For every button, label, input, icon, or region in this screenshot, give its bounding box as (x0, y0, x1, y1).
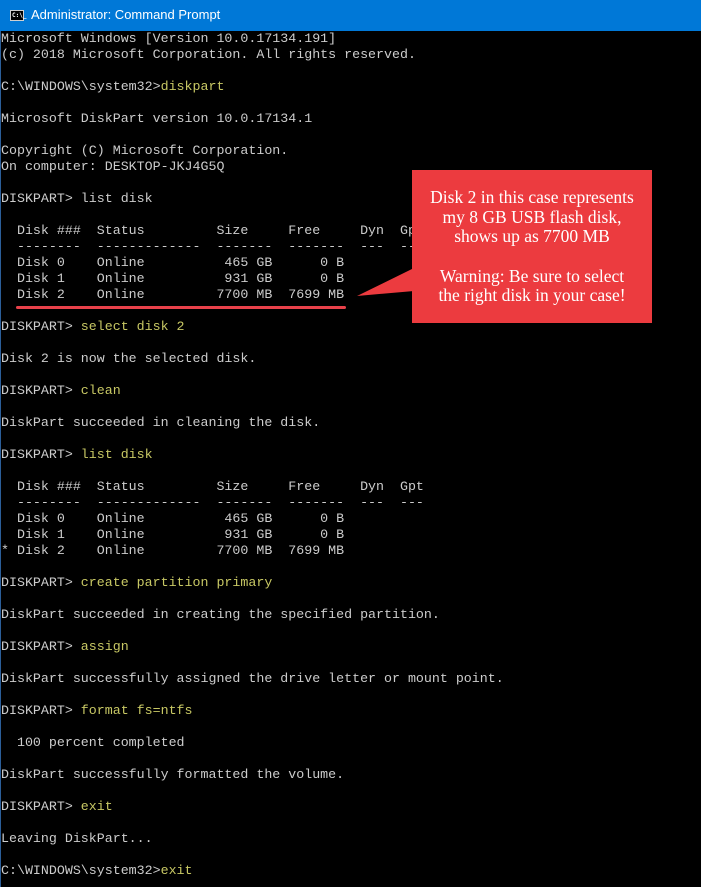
callout-pointer (357, 268, 414, 296)
callout-pointer-shape (357, 268, 414, 296)
callout-warning-line: Warning: Be sure to select (439, 265, 625, 286)
callout-text-line: my 8 GB USB flash disk, (442, 206, 622, 227)
annotation-callout: Disk 2 in this case represents my 8 GB U… (412, 170, 652, 323)
callout-warning-line: the right disk in your case! (438, 285, 626, 305)
callout-text-line: Disk 2 in this case represents (430, 187, 634, 207)
callout-text-line: shows up as 7700 MB (454, 226, 610, 246)
